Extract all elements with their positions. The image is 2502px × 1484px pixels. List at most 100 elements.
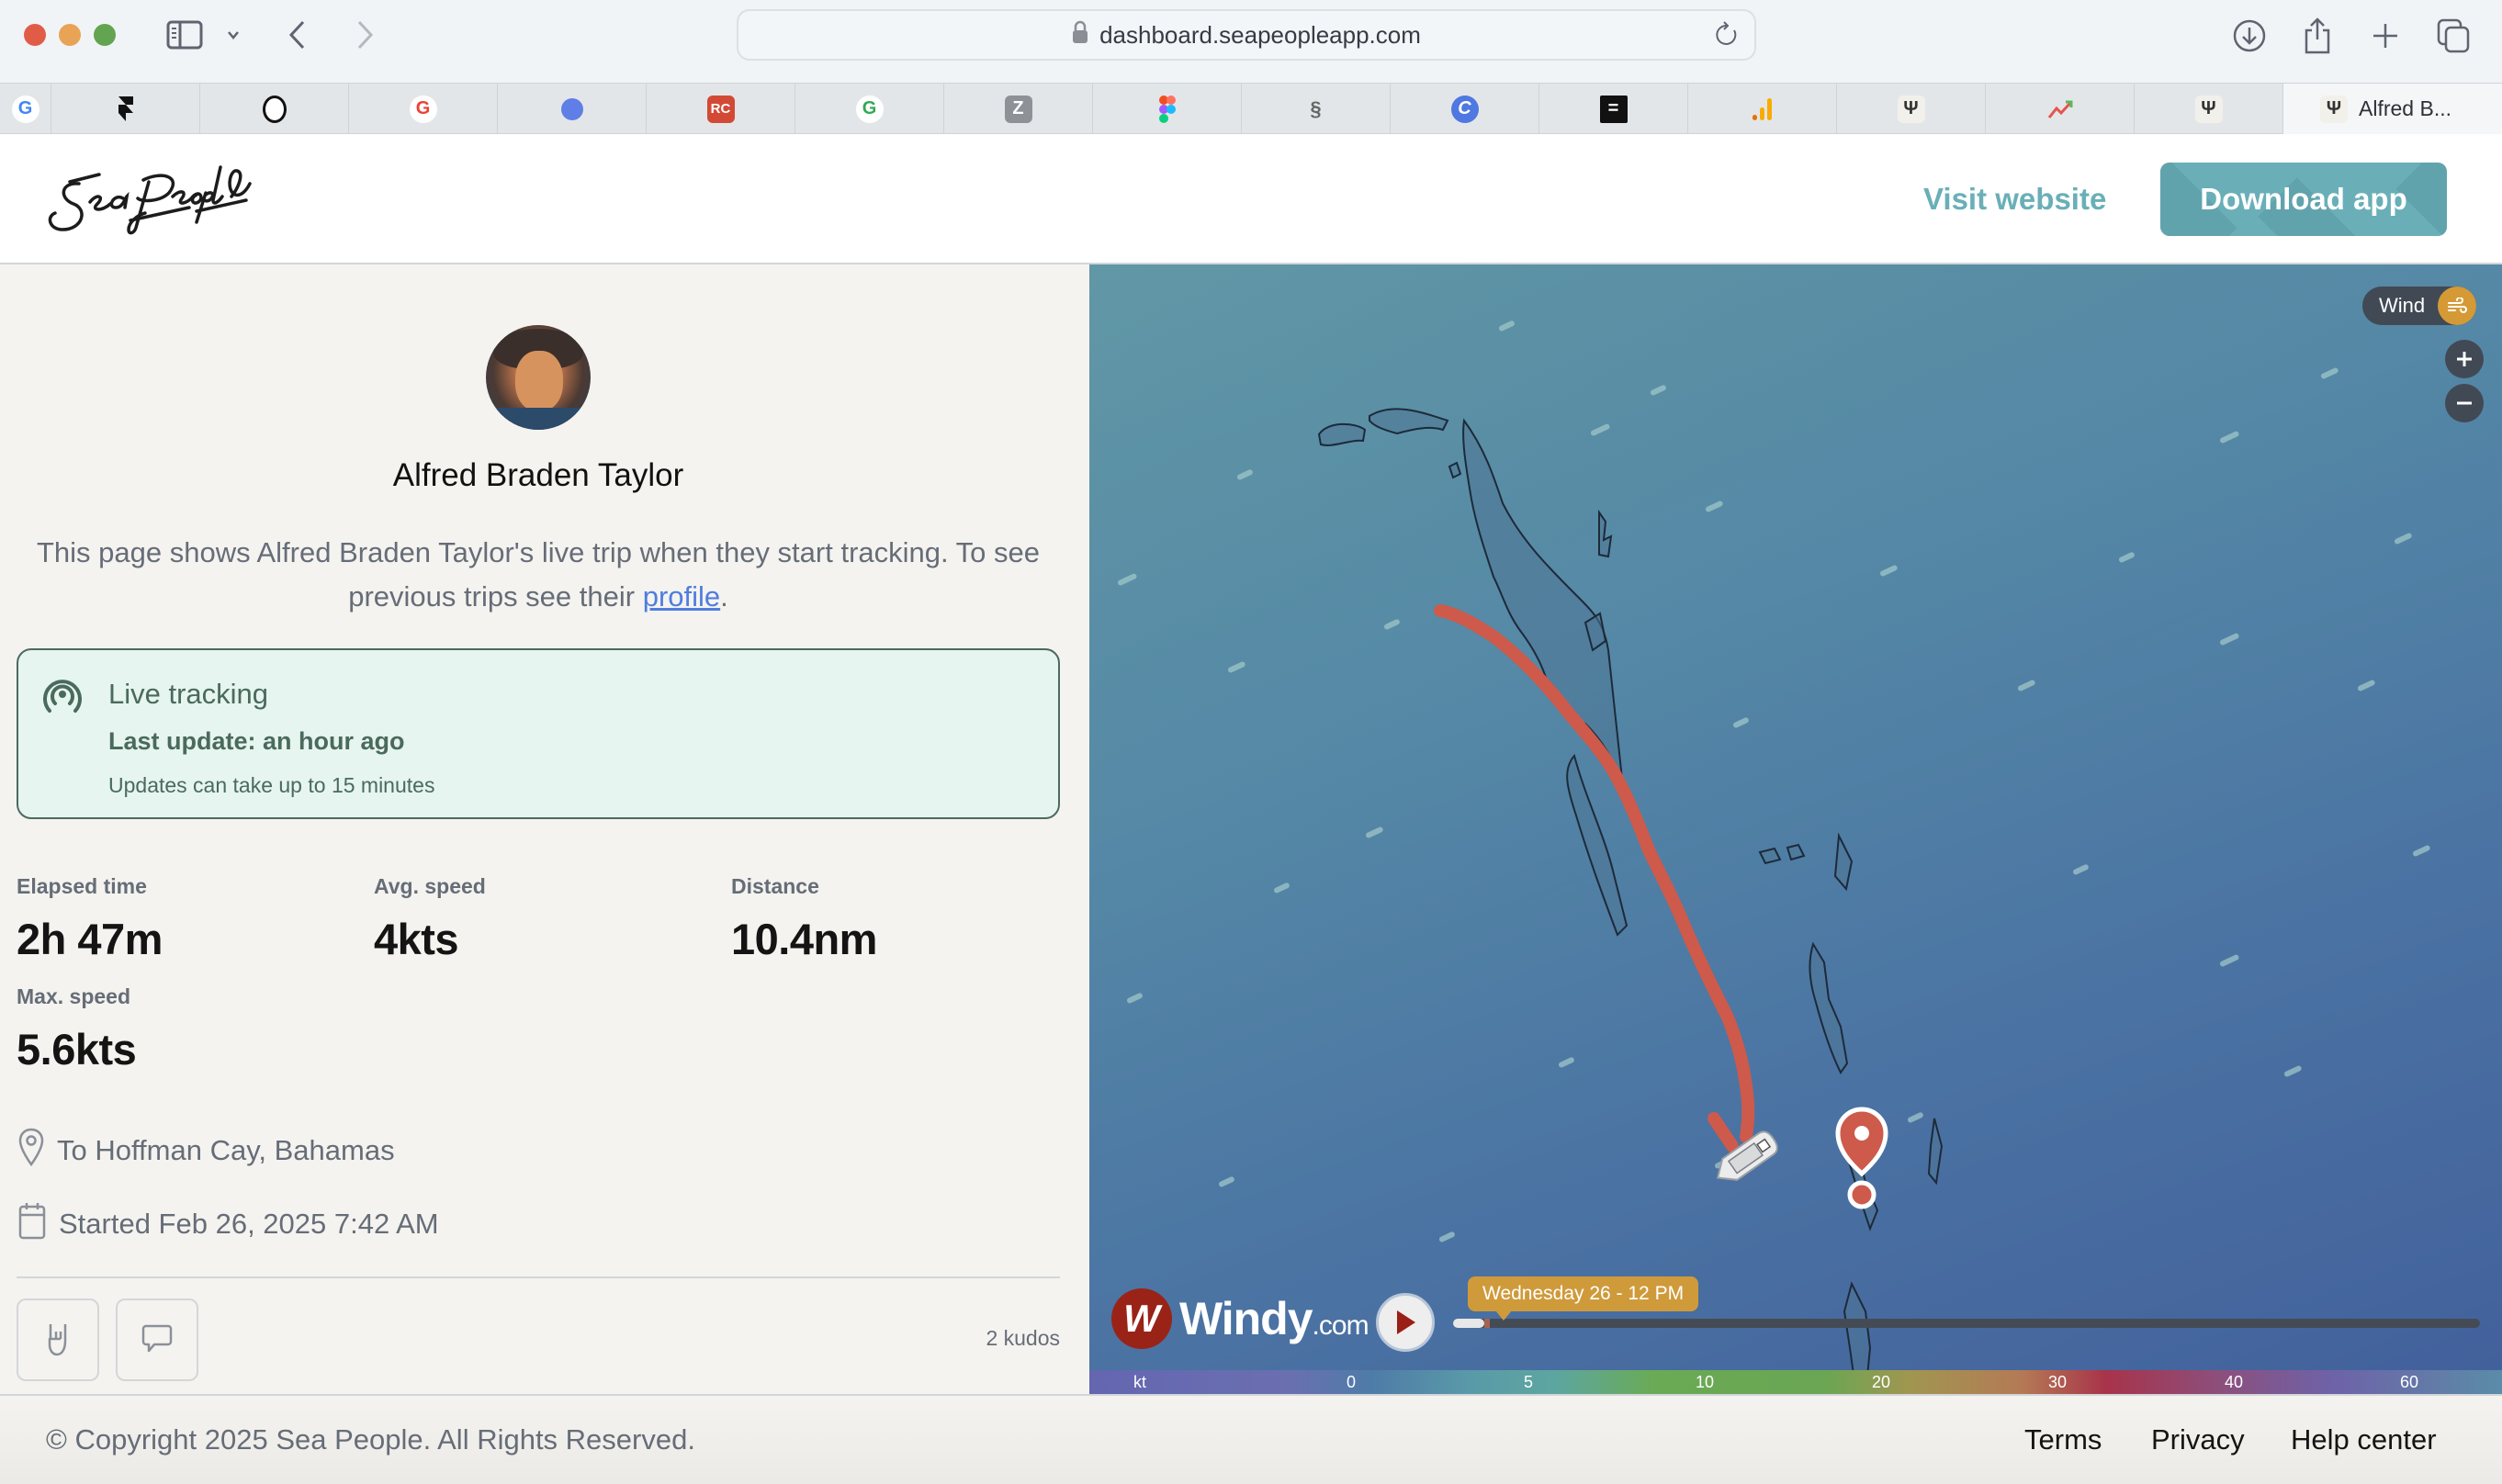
equals-icon: = xyxy=(1599,95,1628,123)
minimize-window-button[interactable] xyxy=(59,24,81,46)
framer-icon xyxy=(112,96,140,123)
last-update-text: Last update: an hour ago xyxy=(108,727,405,755)
zoom-out-button[interactable] xyxy=(2445,384,2484,422)
address-bar[interactable]: dashboard.seapeopleapp.com xyxy=(737,9,1756,61)
forecast-timeline[interactable] xyxy=(1453,1319,2480,1328)
update-delay-note: Updates can take up to 15 minutes xyxy=(108,773,435,797)
layer-label: Wind xyxy=(2379,294,2426,317)
tab-trend[interactable] xyxy=(1986,84,2135,134)
tab-active-alfred[interactable]: Ψ Alfred B... xyxy=(2283,84,2502,134)
chevron-down-icon[interactable] xyxy=(222,17,244,53)
destination-row: To Hoffman Cay, Bahamas xyxy=(18,1128,395,1174)
tab-seapeople-1[interactable]: Ψ xyxy=(1837,84,1986,134)
reload-icon[interactable] xyxy=(1710,18,1743,51)
avatar-face xyxy=(515,351,563,411)
rock-hand-icon xyxy=(46,1321,70,1360)
google-icon: G xyxy=(11,95,39,123)
tab-overview-icon[interactable] xyxy=(2434,17,2473,55)
plus-icon xyxy=(2457,352,2472,366)
trident-icon: Ψ xyxy=(2320,95,2348,123)
tab-analytics[interactable] xyxy=(1688,84,1837,134)
browser-toolbar: dashboard.seapeopleapp.com xyxy=(0,0,2502,83)
tab-mailchimp[interactable] xyxy=(200,84,349,134)
timeline-handle[interactable] xyxy=(1483,1319,1490,1328)
tab-google-3[interactable]: G xyxy=(795,84,944,134)
stat-distance: Distance 10.4nm xyxy=(731,874,877,964)
share-icon[interactable] xyxy=(2298,17,2337,55)
sea-people-logo[interactable] xyxy=(42,156,254,248)
trip-map[interactable]: Wind W Windy.com Wednesday 26 - 12 PM kt… xyxy=(1089,264,2502,1394)
timeline-played xyxy=(1453,1319,1484,1328)
map-layer xyxy=(1089,264,2502,1394)
tab-google[interactable]: G xyxy=(0,84,51,134)
rc-icon: RC xyxy=(706,95,735,123)
stat-value: 4kts xyxy=(374,915,459,963)
tab-seapeople-2[interactable]: Ψ xyxy=(2135,84,2283,134)
help-center-link[interactable]: Help center xyxy=(2291,1423,2437,1456)
avatar xyxy=(486,325,591,430)
linear-icon xyxy=(560,97,583,120)
visit-website-link[interactable]: Visit website xyxy=(1923,176,2106,222)
intro-body: This page shows Alfred Braden Taylor's l… xyxy=(36,536,1041,613)
windy-brand: Windy xyxy=(1179,1293,1313,1344)
play-icon xyxy=(1397,1310,1415,1334)
play-button[interactable] xyxy=(1376,1293,1435,1352)
kudos-button[interactable] xyxy=(17,1298,99,1381)
tab-google-2[interactable]: G xyxy=(349,84,498,134)
intro-text: This page shows Alfred Braden Taylor's l… xyxy=(28,531,1049,619)
wind-icon xyxy=(2438,287,2476,325)
close-window-button[interactable] xyxy=(24,24,46,46)
url-text: dashboard.seapeopleapp.com xyxy=(1099,20,1421,49)
tab-z[interactable]: Z xyxy=(944,84,1093,134)
tab-mermaid[interactable]: § xyxy=(1242,84,1391,134)
terms-link[interactable]: Terms xyxy=(2024,1423,2102,1456)
tab-title: Alfred B... xyxy=(2359,96,2451,120)
stat-label: Max. speed xyxy=(17,984,130,1008)
c-icon: C xyxy=(1450,95,1479,123)
tab-figma[interactable] xyxy=(1093,84,1242,134)
stat-avg-speed: Avg. speed 4kts xyxy=(374,874,486,964)
sidebar-toggle-icon[interactable] xyxy=(163,17,206,53)
privacy-link[interactable]: Privacy xyxy=(2151,1423,2245,1456)
windy-badge-icon: W xyxy=(1111,1288,1172,1349)
windy-wordmark: Windy.com xyxy=(1179,1292,1369,1345)
trip-info-panel: Alfred Braden Taylor This page shows Alf… xyxy=(0,264,1089,1394)
user-name: Alfred Braden Taylor xyxy=(392,457,684,493)
avatar-shirt xyxy=(486,408,591,430)
tab-rc[interactable]: RC xyxy=(647,84,795,134)
stat-elapsed-time: Elapsed time 2h 47m xyxy=(17,874,163,964)
tab-bar: G G RC G Z § C = Ψ Ψ Ψ Alfred B... xyxy=(0,83,2502,134)
forward-icon[interactable] xyxy=(349,17,382,53)
download-app-button[interactable]: Download app xyxy=(2160,163,2447,236)
tab-equals[interactable]: = xyxy=(1539,84,1688,134)
trip-track-tail[interactable] xyxy=(1707,1112,1739,1152)
legend-tick: 5 xyxy=(1523,1372,1534,1391)
timeline-time-label: Wednesday 26 - 12 PM xyxy=(1468,1276,1699,1321)
downloads-icon[interactable] xyxy=(2230,17,2269,55)
stat-value: 2h 47m xyxy=(17,915,163,963)
tab-framer[interactable] xyxy=(51,84,200,134)
stat-label: Avg. speed xyxy=(374,874,486,898)
start-marker[interactable] xyxy=(1847,1180,1876,1209)
windy-logo[interactable]: W Windy.com xyxy=(1111,1288,1369,1349)
maximize-window-button[interactable] xyxy=(94,24,116,46)
location-pin-icon xyxy=(18,1128,44,1174)
new-tab-icon[interactable] xyxy=(2366,17,2405,55)
layer-picker-wind[interactable]: Wind xyxy=(2362,287,2476,325)
comment-button[interactable] xyxy=(116,1298,198,1381)
figma-icon xyxy=(1154,95,1181,123)
google-icon: G xyxy=(855,95,884,123)
trident-icon: Ψ xyxy=(1897,95,1925,123)
tab-linear[interactable] xyxy=(498,84,647,134)
destination-pin-icon[interactable] xyxy=(1835,1107,1888,1177)
zoom-in-button[interactable] xyxy=(2445,340,2484,378)
legend-tick: 20 xyxy=(1871,1372,1891,1391)
wind-speed-legend: kt 0 5 10 20 30 40 60 xyxy=(1089,1370,2502,1394)
back-icon[interactable] xyxy=(280,17,313,53)
mermaid-icon: § xyxy=(1310,96,1322,120)
stat-label: Elapsed time xyxy=(17,874,147,898)
tab-c[interactable]: C xyxy=(1391,84,1539,134)
windy-suffix: .com xyxy=(1312,1310,1369,1341)
profile-link[interactable]: profile xyxy=(643,580,720,613)
z-icon: Z xyxy=(1004,95,1032,123)
